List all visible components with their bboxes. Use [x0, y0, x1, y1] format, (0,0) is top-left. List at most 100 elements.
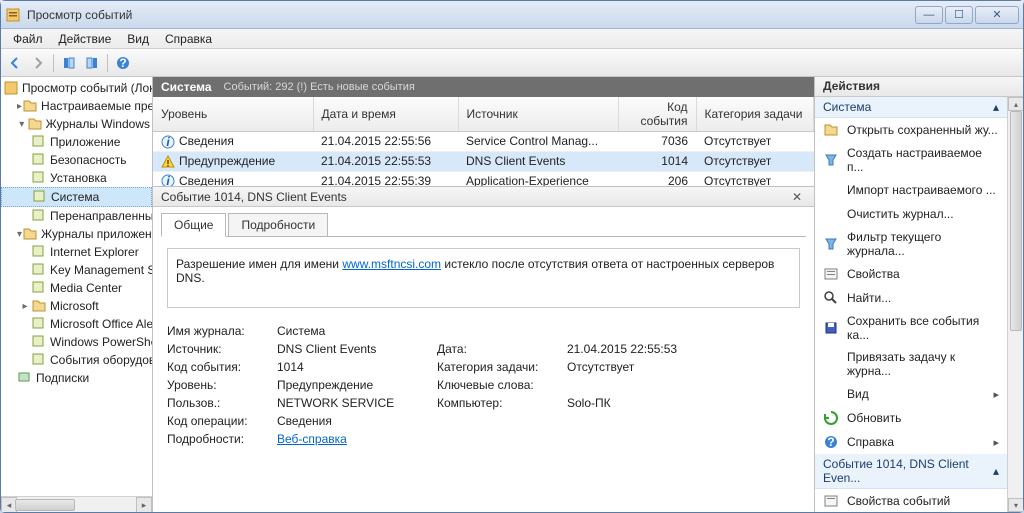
col-datetime[interactable]: Дата и время — [313, 97, 458, 132]
action-item[interactable]: Создать настраиваемое п... — [815, 142, 1007, 178]
menu-file[interactable]: Файл — [5, 30, 51, 48]
action-item[interactable]: Вид▸ — [815, 382, 1007, 406]
col-eventid[interactable]: Код события — [618, 97, 696, 132]
action-item[interactable]: Обновить — [815, 406, 1007, 430]
event-row[interactable]: iСведения21.04.2015 22:55:39Application-… — [153, 171, 814, 187]
action-icon — [823, 493, 839, 509]
col-category[interactable]: Категория задачи — [696, 97, 814, 132]
action-item[interactable]: Фильтр текущего журнала... — [815, 226, 1007, 262]
user-value: NETWORK SERVICE — [277, 396, 437, 410]
col-source[interactable]: Источник — [458, 97, 618, 132]
back-button[interactable] — [5, 53, 25, 73]
window-title: Просмотр событий — [27, 8, 915, 22]
action-icon — [823, 152, 839, 168]
action-icon — [823, 386, 839, 402]
svg-text:?: ? — [827, 435, 834, 449]
center-panel: Система Событий: 292 (!) Есть новые собы… — [153, 77, 815, 512]
app-icon — [5, 7, 21, 23]
tree-setup[interactable]: Установка — [1, 169, 152, 187]
action-item[interactable]: Сохранить все события ка... — [815, 310, 1007, 346]
minimize-button[interactable]: — — [915, 6, 943, 24]
event-message: Разрешение имен для имени www.msftncsi.c… — [167, 248, 800, 308]
tree-windows-logs[interactable]: ▾ Журналы Windows — [1, 115, 152, 133]
center-header: Система Событий: 292 (!) Есть новые собы… — [153, 77, 814, 97]
col-level[interactable]: Уровень — [153, 97, 313, 132]
menu-view[interactable]: Вид — [119, 30, 157, 48]
source-value: DNS Client Events — [277, 342, 437, 356]
tree-app-logs[interactable]: ▾ Журналы приложени — [1, 225, 152, 243]
show-hide-actions-button[interactable] — [82, 53, 102, 73]
tree-hardware[interactable]: События оборудов — [1, 351, 152, 369]
info-icon: i — [161, 135, 175, 149]
action-item[interactable]: Очистить журнал... — [815, 202, 1007, 226]
action-icon — [823, 320, 839, 336]
help-button[interactable]: ? — [113, 53, 133, 73]
tree-security[interactable]: Безопасность — [1, 151, 152, 169]
tab-details[interactable]: Подробности — [228, 213, 328, 237]
show-hide-tree-button[interactable] — [59, 53, 79, 73]
submenu-arrow-icon: ▸ — [993, 436, 999, 449]
web-help-link[interactable]: Веб-справка — [277, 432, 347, 446]
tree-forwarded[interactable]: Перенаправленны — [1, 207, 152, 225]
toolbar: ? — [1, 49, 1023, 77]
tree-application[interactable]: Приложение — [1, 133, 152, 151]
action-icon — [823, 356, 839, 372]
action-icon — [823, 410, 839, 426]
action-item[interactable]: Свойства — [815, 262, 1007, 286]
keywords-value — [567, 378, 800, 392]
tree-hscrollbar[interactable]: ◂ ▸ — [1, 496, 152, 512]
tree-subscriptions[interactable]: Подписки — [1, 369, 152, 387]
detail-pane: Разрешение имен для имени www.msftncsi.c… — [153, 238, 814, 512]
detail-close-button[interactable]: ✕ — [788, 190, 806, 204]
action-icon — [823, 182, 839, 198]
action-icon — [823, 236, 839, 252]
detail-tabs: Общие Подробности — [153, 207, 814, 237]
action-item[interactable]: Импорт настраиваемого ... — [815, 178, 1007, 202]
action-item[interactable]: ?Справка▸ — [815, 430, 1007, 454]
close-button[interactable]: ✕ — [975, 6, 1019, 24]
action-icon — [823, 266, 839, 282]
tree-media-center[interactable]: Media Center — [1, 279, 152, 297]
actions-header: Действия — [815, 77, 1023, 97]
tree-system[interactable]: Система — [1, 187, 152, 207]
date-value: 21.04.2015 22:55:53 — [567, 342, 800, 356]
action-item[interactable]: Свойства событий — [815, 489, 1007, 512]
collapse-icon[interactable]: ▴ — [993, 100, 999, 114]
log-name: Система — [161, 80, 212, 94]
tree-powershell[interactable]: Windows PowerShe — [1, 333, 152, 351]
computer-value: Solo-ПК — [567, 396, 800, 410]
action-icon — [823, 122, 839, 138]
menu-action[interactable]: Действие — [51, 30, 120, 48]
tree-root[interactable]: Просмотр событий (Лок — [1, 79, 152, 97]
action-item[interactable]: Привязать задачу к журна... — [815, 346, 1007, 382]
action-group-system: Система▴ — [815, 97, 1007, 118]
action-item[interactable]: Найти... — [815, 286, 1007, 310]
category-value: Отсутствует — [567, 360, 800, 374]
action-icon — [823, 290, 839, 306]
submenu-arrow-icon: ▸ — [993, 388, 999, 401]
action-icon — [823, 206, 839, 222]
level-value: Предупреждение — [277, 378, 437, 392]
tab-general[interactable]: Общие — [161, 213, 226, 237]
tree-custom-views[interactable]: ▸ Настраиваемые пред — [1, 97, 152, 115]
actions-vscrollbar[interactable]: ▴ ▾ — [1007, 97, 1023, 512]
maximize-button[interactable]: ☐ — [945, 6, 973, 24]
titlebar: Просмотр событий — ☐ ✕ — [1, 1, 1023, 29]
info-icon: i — [161, 174, 175, 187]
msftncsi-link[interactable]: www.msftncsi.com — [342, 257, 441, 271]
menu-help[interactable]: Справка — [157, 30, 220, 48]
event-row[interactable]: Предупреждение21.04.2015 22:55:53DNS Cli… — [153, 151, 814, 171]
log-event-count: Событий: 292 (!) Есть новые события — [224, 81, 415, 93]
events-grid[interactable]: Уровень Дата и время Источник Код событи… — [153, 97, 814, 187]
svg-text:?: ? — [119, 56, 126, 70]
tree-msoffice[interactable]: Microsoft Office Ale — [1, 315, 152, 333]
forward-button[interactable] — [28, 53, 48, 73]
action-icon: ? — [823, 434, 839, 450]
action-item[interactable]: Открыть сохраненный жу... — [815, 118, 1007, 142]
tree-ie[interactable]: Internet Explorer — [1, 243, 152, 261]
tree-panel: Просмотр событий (Лок ▸ Настраиваемые пр… — [1, 77, 153, 512]
tree-kms[interactable]: Key Management Se — [1, 261, 152, 279]
event-row[interactable]: iСведения21.04.2015 22:55:56Service Cont… — [153, 132, 814, 152]
tree-microsoft[interactable]: ▸ Microsoft — [1, 297, 152, 315]
collapse-icon[interactable]: ▴ — [993, 464, 999, 478]
